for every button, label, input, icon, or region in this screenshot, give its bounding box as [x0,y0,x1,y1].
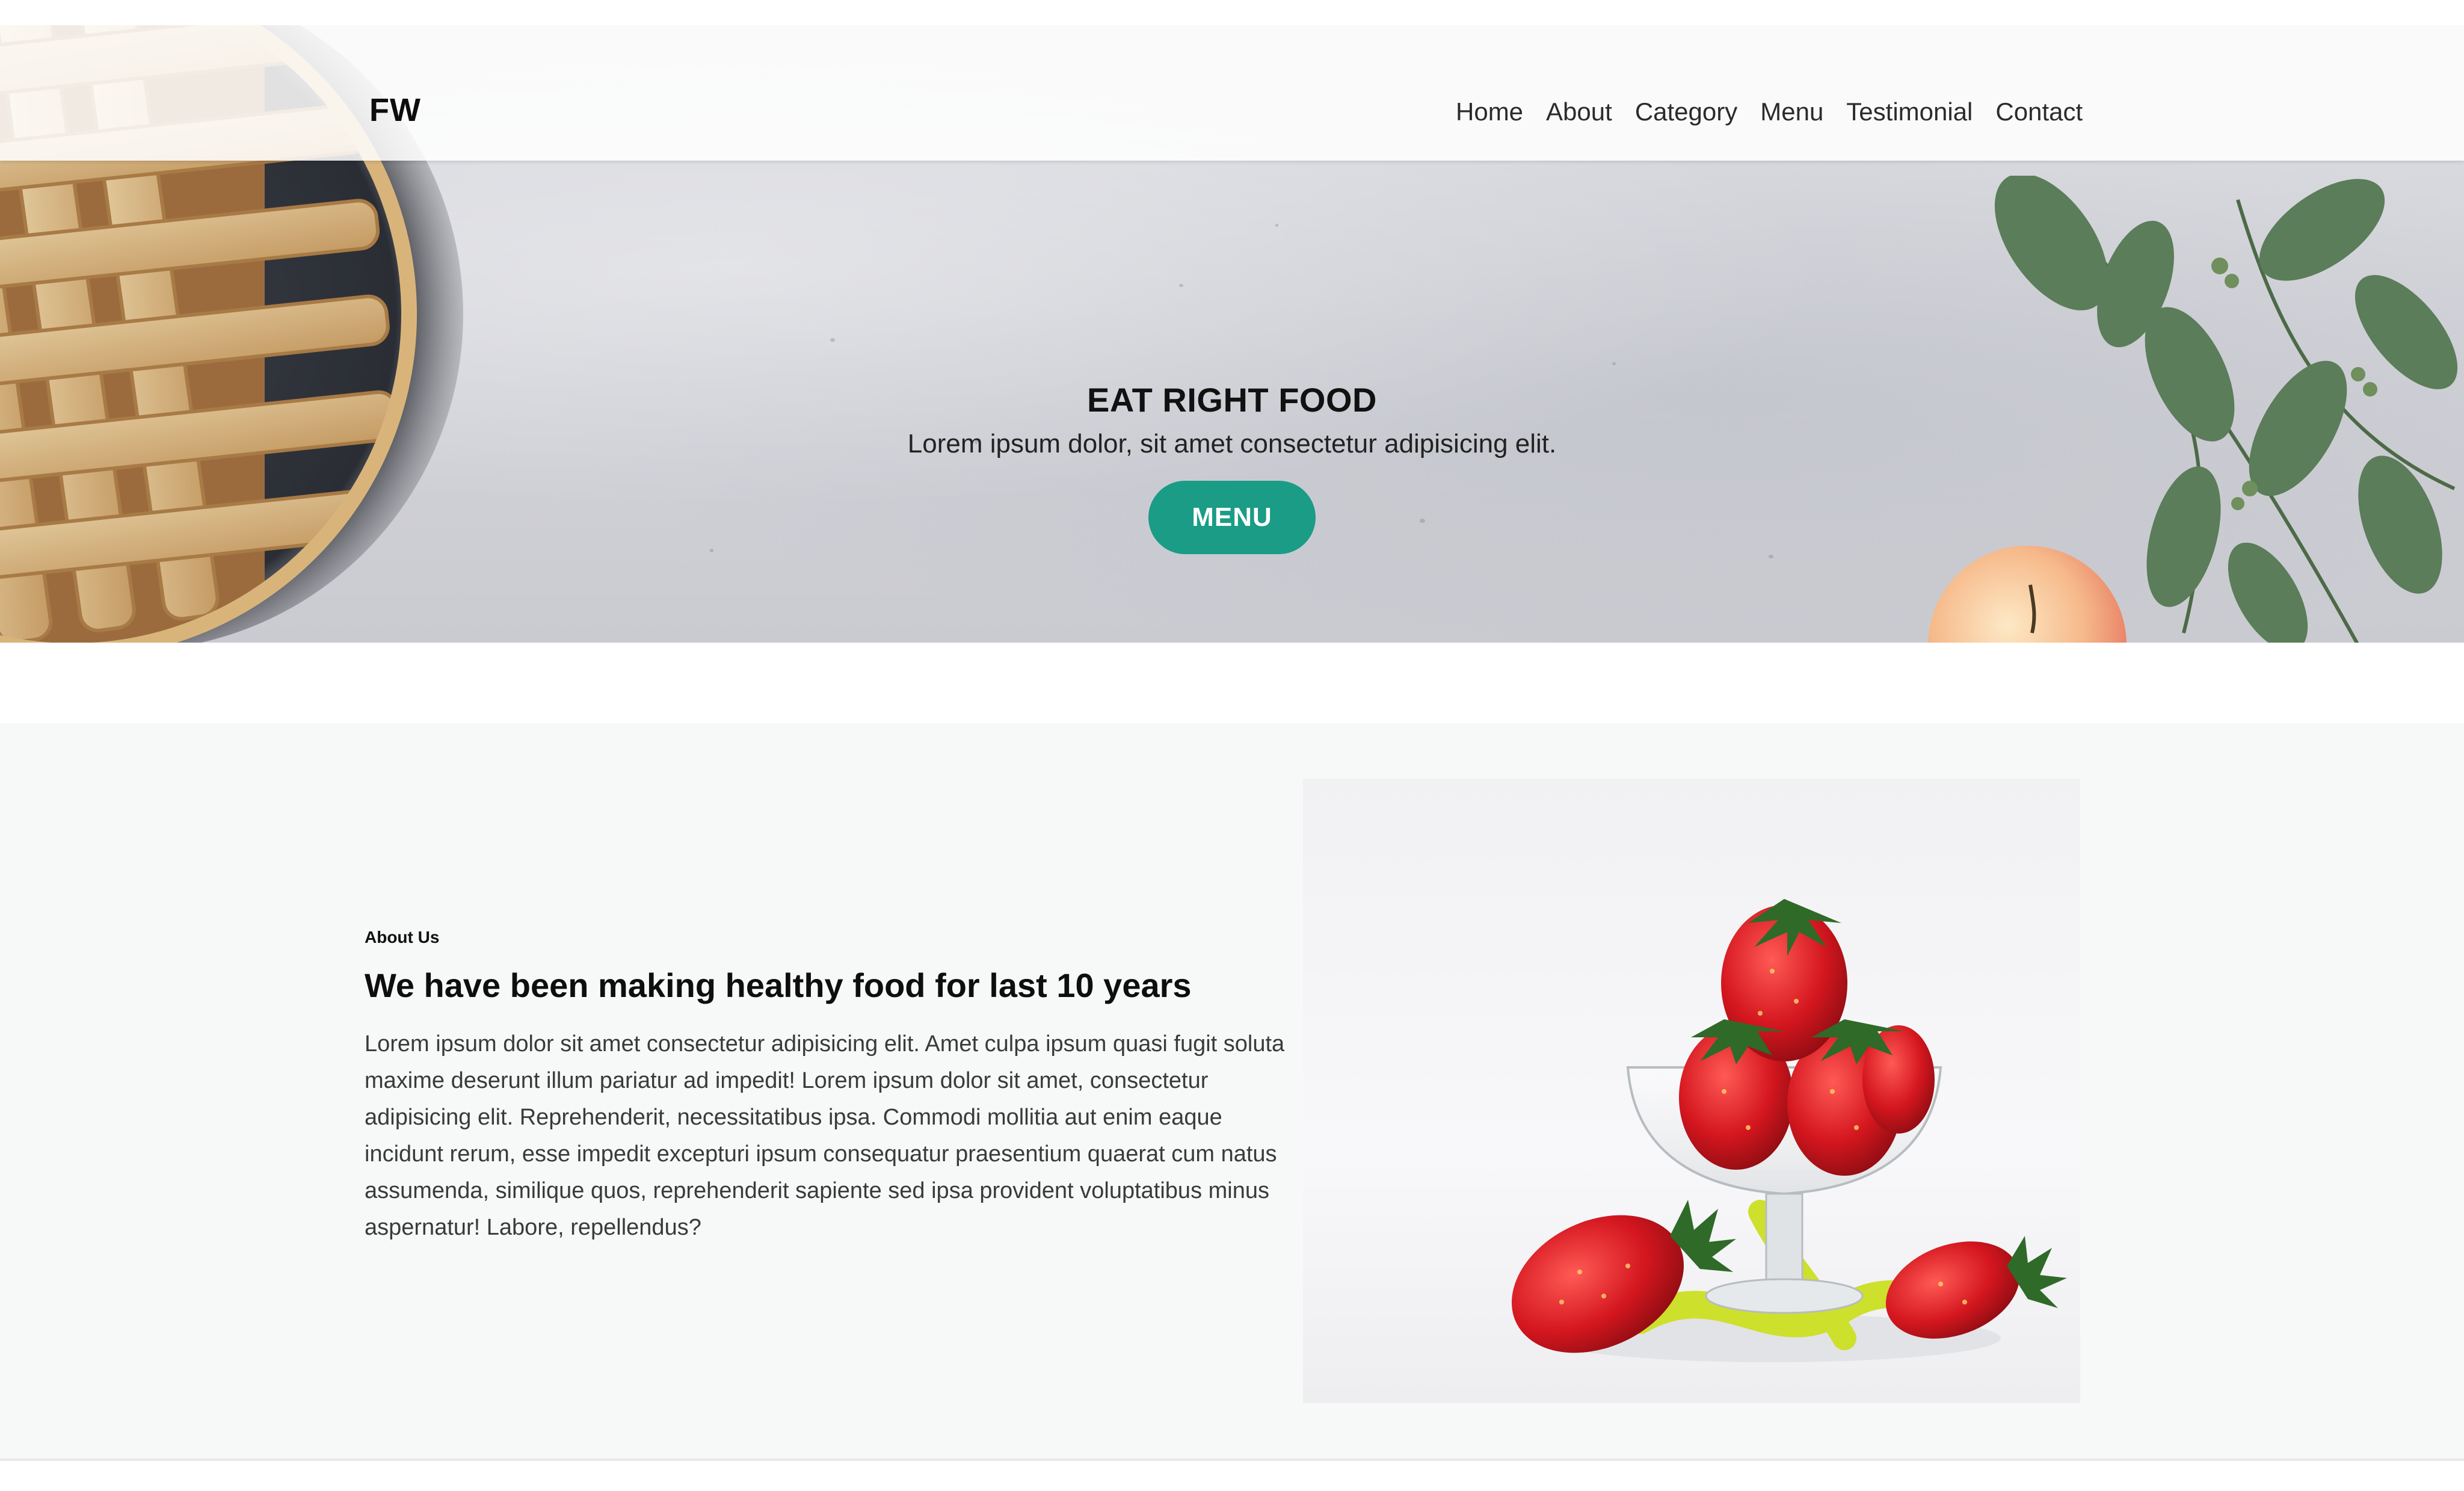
hero-title: EAT RIGHT FOOD [1087,381,1377,419]
hero-section: FW Home About Category Menu Testimonial … [0,25,2464,643]
about-section: About Us We have been making healthy foo… [0,723,2464,1461]
main-nav: Home About Category Menu Testimonial Con… [1456,97,2083,126]
navbar: FW Home About Category Menu Testimonial … [0,25,2464,161]
brand-logo[interactable]: FW [369,91,421,129]
about-kicker: About Us [365,928,440,946]
about-body: Lorem ipsum dolor sit amet consectetur a… [365,1031,1285,1241]
nav-about[interactable]: About [1546,97,1612,126]
nav-contact[interactable]: Contact [1995,97,2083,126]
hero-content: EAT RIGHT FOOD Lorem ipsum dolor, sit am… [0,380,2464,554]
nav-menu[interactable]: Menu [1760,97,1823,126]
nav-home[interactable]: Home [1456,97,1523,126]
hero-subtitle: Lorem ipsum dolor, sit amet consectetur … [907,429,1557,458]
nav-testimonial[interactable]: Testimonial [1846,97,1973,126]
strawberries-image [1303,779,2080,1403]
strawberries-illustration [1511,899,2067,1362]
nav-category[interactable]: Category [1635,97,1737,126]
about-title: We have been making healthy food for las… [365,966,1192,1004]
about-text: About Us We have been making healthy foo… [365,928,1291,1246]
menu-button[interactable]: MENU [1148,481,1316,554]
page: FW Home About Category Menu Testimonial … [0,0,2464,1491]
